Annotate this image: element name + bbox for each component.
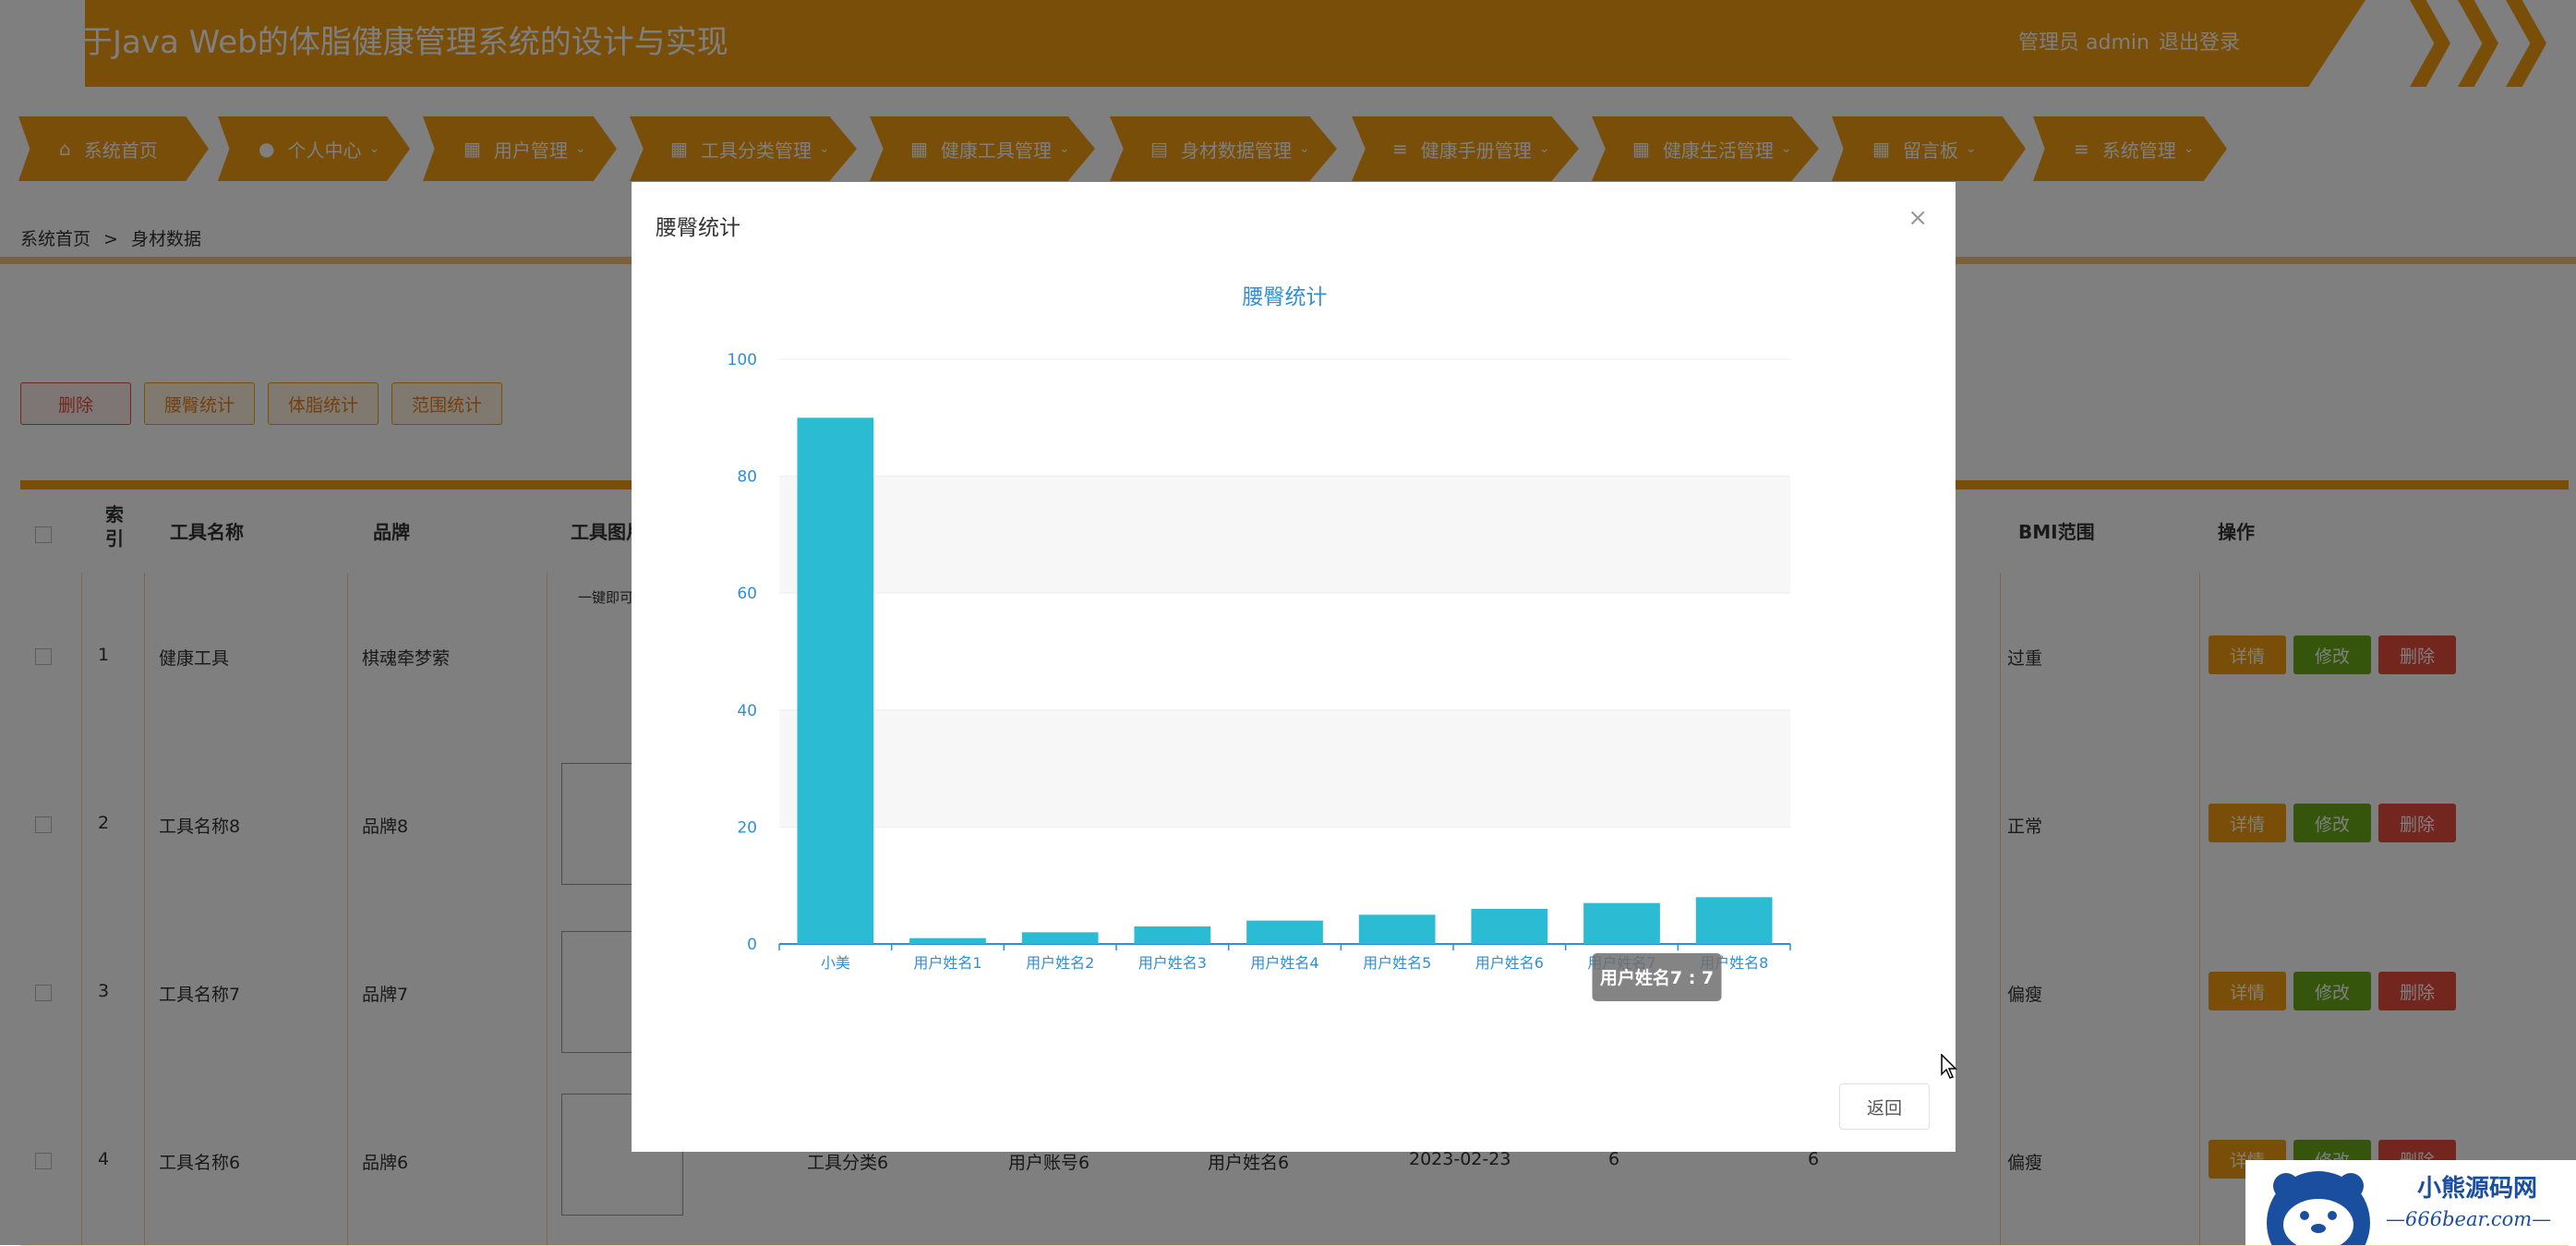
stats-dialog: 腰臀统计 × 0 20 40 60 80 100 腰臀统计小美 用户姓名1 用户姓名2 用户姓名3… (632, 182, 1956, 1152)
y-tick-label: 60 (737, 585, 757, 603)
bar (1358, 914, 1436, 944)
close-icon[interactable]: × (1908, 204, 1928, 232)
bar (1021, 932, 1099, 944)
x-tick-label: 小美 (821, 954, 850, 972)
x-tick-label: 用户姓名4 (1250, 954, 1318, 972)
x-tick-label: 用户姓名2 (1026, 954, 1094, 972)
y-tick-label: 100 (728, 351, 757, 369)
x-tick-label: 用户姓名3 (1138, 954, 1207, 972)
grid-band (779, 709, 1790, 828)
y-tick-label: 80 (737, 468, 757, 487)
bear-logo-icon (2267, 1171, 2370, 1245)
bar (1134, 926, 1211, 944)
x-tick-label: 用户姓名5 (1363, 954, 1431, 972)
watermark-line1: 小熊源码网 (2417, 1175, 2538, 1203)
chart-container: 0 20 40 60 80 100 腰臀统计小美 用户姓名1 用户姓名2 用户姓名3 用户姓名4 用户… (632, 247, 1956, 1041)
y-tick-label: 0 (747, 936, 757, 954)
dialog-title: 腰臀统计 (656, 216, 740, 240)
y-tick-label: 40 (737, 702, 757, 720)
x-tick-label: 用户姓名6 (1475, 954, 1544, 972)
watermark-badge: 小熊源码网 —666bear.com— (2245, 1160, 2576, 1245)
bar (1246, 920, 1323, 944)
bar (1471, 909, 1548, 944)
bar (797, 417, 874, 944)
watermark-line2: —666bear.com— (2386, 1208, 2552, 1230)
bar (1583, 902, 1660, 944)
x-tick-label: 用户姓名1 (913, 954, 981, 972)
chart-title: 腰臀统计 (1243, 285, 1328, 309)
tooltip-label: 用户姓名7 : 7 (1600, 967, 1714, 988)
y-tick-label: 20 (737, 818, 757, 837)
grid-band (779, 476, 1790, 594)
mouse-cursor-icon (1941, 1054, 1957, 1079)
bar (909, 938, 986, 944)
bar (1695, 897, 1773, 944)
bar-chart: 0 20 40 60 80 100 腰臀统计小美 用户姓名1 用户姓名2 用户姓名3 用户姓名4 用户… (728, 285, 1791, 1001)
back-button[interactable]: 返回 (1839, 1083, 1930, 1130)
